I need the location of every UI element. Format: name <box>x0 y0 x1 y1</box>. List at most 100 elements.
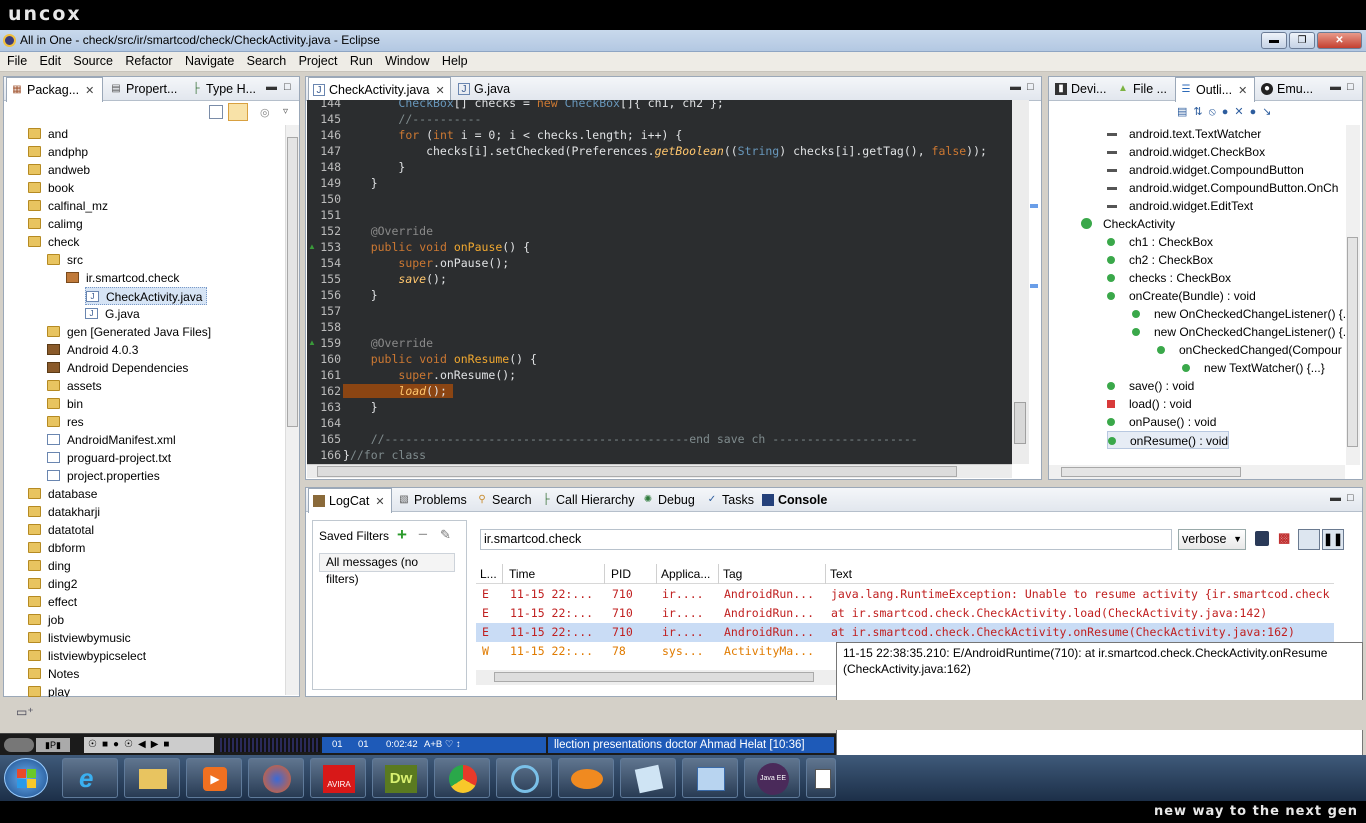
tree-item[interactable]: andphp <box>28 143 88 161</box>
outline-item[interactable]: android.widget.CompoundButton <box>1107 161 1304 179</box>
menu-refactor[interactable]: Refactor <box>118 52 172 68</box>
menu-window[interactable]: Window <box>378 52 429 68</box>
code-line[interactable]: } <box>343 160 405 174</box>
code-line[interactable]: }//for class <box>343 448 426 462</box>
tree-item[interactable]: ir.smartcod.check <box>66 269 179 287</box>
maximize-view-icon[interactable]: □ <box>1027 81 1034 93</box>
maximize-view-icon[interactable]: □ <box>284 81 291 93</box>
code-line[interactable]: super.onResume(); <box>343 368 516 382</box>
outline-item[interactable]: ch2 : CheckBox <box>1107 251 1213 269</box>
logcat-search-input[interactable]: ir.smartcod.check <box>480 529 1172 550</box>
menu-navigate[interactable]: Navigate <box>178 52 234 68</box>
tab-logcat[interactable]: LogCat ✕ <box>308 488 392 513</box>
control-panel-icon[interactable] <box>682 758 738 798</box>
code-line[interactable]: super.onPause(); <box>343 256 509 270</box>
tree-item[interactable]: Notes <box>28 665 79 683</box>
tree-item[interactable]: dbform <box>28 539 85 557</box>
java-ee-ide-icon[interactable]: Java EE <box>744 758 800 798</box>
code-line[interactable]: public void onPause() { <box>343 240 530 254</box>
toggle-filters-icon[interactable] <box>1298 529 1320 550</box>
col-application[interactable]: Applica... <box>657 564 719 584</box>
minimize-view-icon[interactable]: ▬ <box>1010 81 1021 93</box>
view-menu-icon[interactable]: ◎ <box>260 106 274 119</box>
col-tag[interactable]: Tag <box>719 564 826 584</box>
tree-item[interactable]: listviewbypicselect <box>28 647 146 665</box>
outline-item[interactable]: new OnCheckedChangeListener() {... <box>1132 305 1345 323</box>
code-editor[interactable]: 144 CheckBox[] checks = new CheckBox[]{ … <box>307 100 1012 464</box>
tree-item[interactable]: ding <box>28 557 71 575</box>
logcat-hscroll-thumb[interactable] <box>494 672 814 682</box>
minimize-view-icon[interactable]: ▬ <box>1330 492 1341 504</box>
security-icon[interactable] <box>496 758 552 798</box>
tree-item[interactable]: project.properties <box>47 467 160 485</box>
close-tab-icon[interactable]: ✕ <box>85 85 94 97</box>
outline-item[interactable]: android.widget.CompoundButton.OnCh <box>1107 179 1338 197</box>
outline-item[interactable]: CheckActivity <box>1081 215 1175 233</box>
menu-source[interactable]: Source <box>66 52 113 68</box>
code-line[interactable]: for (int i = 0; i < checks.length; i++) … <box>343 128 682 142</box>
outline-scrollbar[interactable] <box>1346 125 1360 465</box>
outline-item[interactable]: android.text.TextWatcher <box>1107 125 1261 143</box>
close-tab-icon[interactable]: ✕ <box>436 85 445 97</box>
internet-explorer-icon[interactable]: e <box>62 758 118 798</box>
code-line[interactable]: load(); <box>343 384 453 398</box>
restore-icon[interactable]: ❐ <box>1289 32 1315 49</box>
tree-item[interactable]: Android 4.0.3 <box>47 341 138 359</box>
clear-log-icon[interactable]: ▩ <box>1278 530 1293 546</box>
edit-filter-icon[interactable]: ✎ <box>440 527 451 543</box>
tab-properties[interactable]: ▤ Propert... <box>106 77 184 101</box>
minimize-view-icon[interactable]: ▬ <box>266 81 277 93</box>
outline-hscroll-thumb[interactable] <box>1061 467 1241 477</box>
code-line[interactable]: } <box>343 288 378 302</box>
outline-item[interactable]: new TextWatcher() {...} <box>1182 359 1325 377</box>
log-row[interactable]: E 11-15 22:... 710 ir.... AndroidRun... at ir… <box>476 604 1334 623</box>
log-row[interactable]: E 11-15 22:... 710 ir.... AndroidRun... at ir… <box>476 623 1334 642</box>
tree-item[interactable]: Android Dependencies <box>47 359 188 377</box>
menu-search[interactable]: Search <box>240 52 287 68</box>
outline-hscrollbar[interactable] <box>1049 465 1345 479</box>
tree-item[interactable]: effect <box>28 593 77 611</box>
dreamweaver-icon[interactable]: Dw <box>372 758 428 798</box>
tab-outline[interactable]: ☰ Outli... ✕ <box>1175 77 1255 102</box>
tab-console[interactable]: Console <box>758 488 828 512</box>
playlist-icon[interactable]: ▮P▮ <box>36 738 70 752</box>
outline-item[interactable]: android.widget.CheckBox <box>1107 143 1265 161</box>
tree-item[interactable]: calimg <box>28 215 83 233</box>
outline-item[interactable]: checks : CheckBox <box>1107 269 1231 287</box>
tab-call-hierarchy[interactable]: ├ Call Hierarchy <box>536 488 636 512</box>
tree-item[interactable]: play <box>28 683 70 697</box>
window-icon[interactable] <box>806 758 836 798</box>
tree-item[interactable]: gen [Generated Java Files] <box>47 323 211 341</box>
player-controls[interactable]: ☉■●☉◀▶■ <box>84 737 214 753</box>
save-log-icon[interactable] <box>1255 531 1269 546</box>
tree-item[interactable]: database <box>28 485 97 503</box>
editor-scroll-thumb[interactable] <box>1014 402 1026 444</box>
code-line[interactable]: @Override <box>343 336 433 350</box>
menu-project[interactable]: Project <box>292 52 338 68</box>
remove-filter-icon[interactable]: − <box>418 525 428 545</box>
editor-hscroll-thumb[interactable] <box>317 466 957 477</box>
tree-item[interactable]: andweb <box>28 161 90 179</box>
tree-item[interactable]: calfinal_mz <box>28 197 108 215</box>
tab-search[interactable]: ⚲ Search <box>472 488 534 512</box>
tree-item[interactable]: check <box>28 233 79 251</box>
tree-item[interactable]: ding2 <box>28 575 77 593</box>
col-time[interactable]: Time <box>505 564 605 584</box>
file-explorer-icon[interactable] <box>124 758 180 798</box>
menu-edit[interactable]: Edit <box>33 52 62 68</box>
editor-hscrollbar[interactable] <box>307 464 1012 478</box>
chevron-down-icon[interactable]: ▿ <box>283 106 288 117</box>
close-tab-icon[interactable]: ✕ <box>375 496 384 508</box>
tab-g-java[interactable]: J G.java <box>454 77 534 101</box>
minimize-view-icon[interactable]: ▬ <box>1330 81 1341 93</box>
code-line[interactable]: checks[i].setChecked(Preferences.getBool… <box>343 144 987 158</box>
filter-all-messages[interactable]: All messages (no filters) <box>319 553 455 586</box>
tree-item[interactable]: src <box>47 251 83 269</box>
tree-scrollbar[interactable] <box>285 125 299 695</box>
avira-icon[interactable]: AVIRA <box>310 758 366 798</box>
maximize-view-icon[interactable]: □ <box>1347 492 1354 504</box>
tree-scroll-thumb[interactable] <box>287 137 298 427</box>
code-line[interactable]: } <box>343 400 378 414</box>
outline-item[interactable]: onCheckedChanged(Compour <box>1157 341 1342 359</box>
col-level[interactable]: L... <box>476 564 503 584</box>
